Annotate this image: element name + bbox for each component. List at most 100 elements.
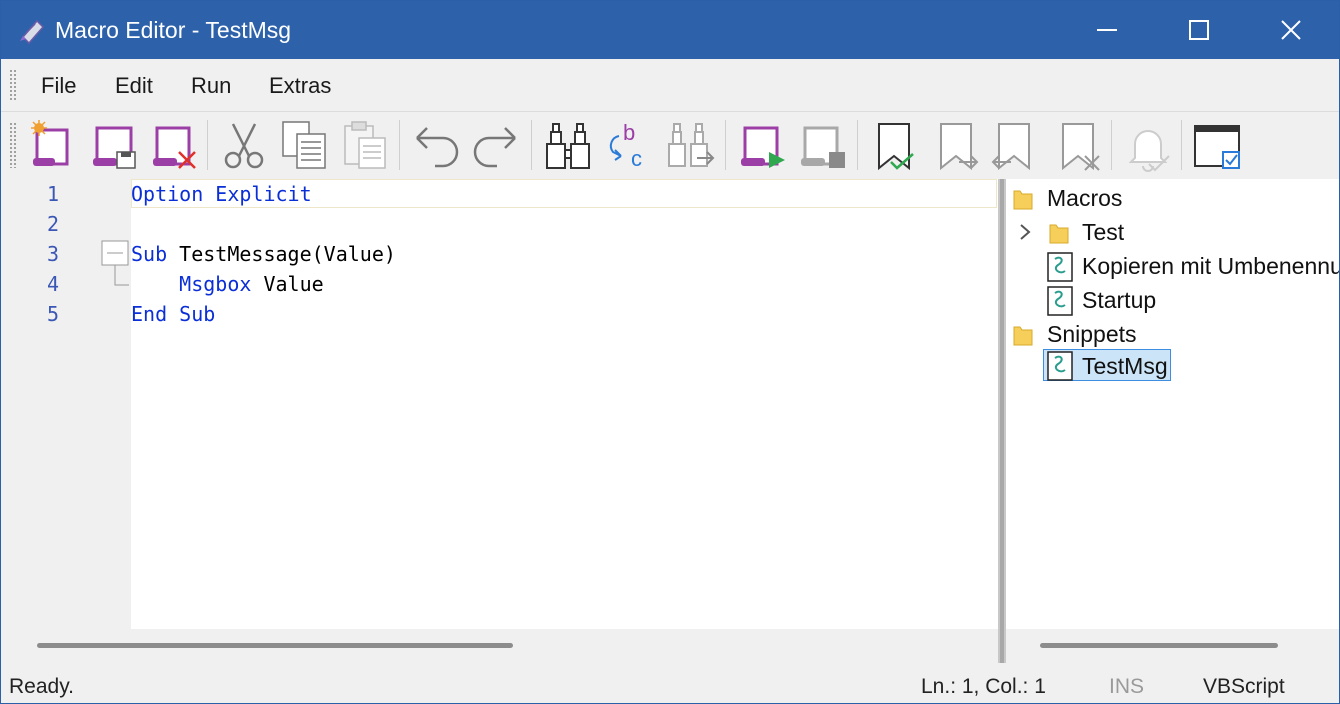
tree-node-label: Test — [1082, 219, 1125, 245]
toolbar-separator — [1111, 120, 1112, 170]
toolbar-separator — [531, 120, 532, 170]
line-number: 2 — [46, 212, 60, 236]
cut-button[interactable] — [217, 118, 271, 172]
toolbar-separator — [857, 120, 858, 170]
minimize-button[interactable] — [1061, 1, 1153, 59]
code-text: Value — [251, 272, 324, 296]
tree-node-label: TestMsg — [1082, 353, 1168, 379]
insert-mode: INS — [1109, 675, 1145, 698]
menu-bar: File Edit Run Extras — [1, 59, 1339, 112]
undo-icon — [416, 127, 459, 168]
previous-bookmark-button[interactable] — [987, 118, 1041, 172]
maximize-icon — [1189, 20, 1209, 40]
toolbar-separator — [207, 120, 208, 170]
fold-marker[interactable] — [101, 239, 131, 289]
pane-splitter[interactable] — [998, 179, 1006, 663]
find-next-button[interactable] — [663, 118, 717, 172]
minimize-icon — [1097, 29, 1117, 31]
svg-text:b: b — [623, 120, 635, 145]
new-macro-icon — [31, 120, 69, 166]
toggle-bookmark-button[interactable] — [867, 118, 921, 172]
keyword: Msgbox — [179, 272, 252, 296]
line-number: 5 — [46, 302, 60, 326]
copy-button[interactable] — [277, 118, 331, 172]
menu-edit[interactable]: Edit — [109, 71, 159, 101]
tree-node-label: Snippets — [1047, 321, 1137, 347]
clear-bookmarks-button[interactable] — [1051, 118, 1105, 172]
stop-macro-icon — [801, 126, 845, 168]
find-next-icon — [668, 123, 715, 167]
panel-checkbox-icon — [1194, 125, 1240, 169]
line-number: 1 — [46, 182, 60, 206]
copy-icon — [282, 121, 326, 169]
next-bookmark-button[interactable] — [929, 118, 983, 172]
script-icon — [1047, 252, 1073, 282]
run-macro-button[interactable] — [735, 118, 789, 172]
script-language: VBScript — [1203, 675, 1285, 698]
paste-button[interactable] — [337, 118, 391, 172]
script-icon — [1047, 286, 1073, 316]
line-number: 3 — [46, 242, 60, 266]
line-number: 4 — [46, 272, 60, 296]
code-editor[interactable]: 1 2 3 4 5 Option Explicit Sub TestMessag… — [3, 179, 998, 629]
code-text: TestMessage(Value) — [167, 242, 396, 266]
editor-scroll-thumb[interactable] — [37, 643, 513, 648]
save-macro-button[interactable] — [87, 118, 141, 172]
code-line-4[interactable]: Msgbox Value — [131, 272, 324, 296]
code-text: End Sub — [131, 302, 216, 326]
svg-text:c: c — [631, 146, 642, 171]
redo-button[interactable] — [469, 118, 523, 172]
binoculars-icon — [546, 123, 590, 169]
editor-horizontal-scrollbar[interactable] — [3, 629, 998, 663]
save-macro-icon — [93, 126, 136, 169]
menu-run[interactable]: Run — [185, 71, 237, 101]
bell-icon — [1128, 130, 1170, 172]
code-text: Option Explicit — [131, 182, 312, 206]
bookmark-next-icon — [940, 123, 979, 171]
tree-horizontal-scrollbar[interactable] — [1006, 629, 1339, 663]
tree-node-label: Kopieren mit Umbenennung — [1082, 253, 1339, 279]
bookmark-clear-icon — [1062, 123, 1100, 171]
maximize-button[interactable] — [1153, 1, 1245, 59]
chevron-right-icon[interactable] — [1018, 223, 1032, 241]
line-number-gutter: 1 2 3 4 5 — [3, 179, 131, 629]
toolbar-grip[interactable] — [9, 122, 17, 168]
toolbar-separator — [725, 120, 726, 170]
tree-node-testmsg-selected[interactable]: TestMsg — [1043, 349, 1171, 381]
tree-scroll-thumb[interactable] — [1040, 643, 1278, 648]
folder-icon — [1013, 326, 1033, 346]
status-message: Ready. — [9, 675, 74, 698]
notification-button[interactable] — [1121, 118, 1175, 172]
toolbar-separator — [1181, 120, 1182, 170]
new-macro-button[interactable] — [27, 118, 81, 172]
replace-button[interactable]: b c — [601, 118, 655, 172]
script-icon — [1047, 351, 1073, 381]
close-button[interactable] — [1245, 1, 1337, 59]
code-line-1[interactable]: Option Explicit — [131, 182, 312, 206]
macro-tree[interactable]: Macros Test Kopieren mit Umbenennung Sta… — [1006, 179, 1339, 629]
menu-extras[interactable]: Extras — [263, 71, 337, 101]
find-button[interactable] — [541, 118, 595, 172]
code-line-3[interactable]: Sub TestMessage(Value) — [131, 242, 396, 266]
cursor-position: Ln.: 1, Col.: 1 — [921, 675, 1046, 698]
delete-macro-icon — [153, 126, 196, 169]
delete-macro-button[interactable] — [147, 118, 201, 172]
status-bar: Ready. Ln.: 1, Col.: 1 INS VBScript — [1, 663, 1339, 703]
stop-macro-button[interactable] — [795, 118, 849, 172]
undo-button[interactable] — [409, 118, 463, 172]
scissors-icon — [224, 123, 264, 169]
bookmark-check-icon — [878, 123, 914, 171]
keyword: Sub — [131, 242, 168, 266]
close-icon — [1281, 20, 1301, 40]
replace-icon: b c — [609, 120, 642, 171]
folder-icon — [1049, 224, 1069, 244]
bookmark-previous-icon — [991, 123, 1030, 171]
run-macro-icon — [741, 126, 785, 168]
toolbar-separator — [399, 120, 400, 170]
menu-file[interactable]: File — [35, 71, 82, 101]
title-bar[interactable]: Macro Editor - TestMsg — [1, 1, 1339, 59]
menu-grip[interactable] — [9, 69, 17, 101]
tree-node-label: Macros — [1047, 185, 1123, 211]
code-line-5[interactable]: End Sub — [131, 302, 215, 326]
toggle-panel-button[interactable] — [1191, 118, 1245, 172]
